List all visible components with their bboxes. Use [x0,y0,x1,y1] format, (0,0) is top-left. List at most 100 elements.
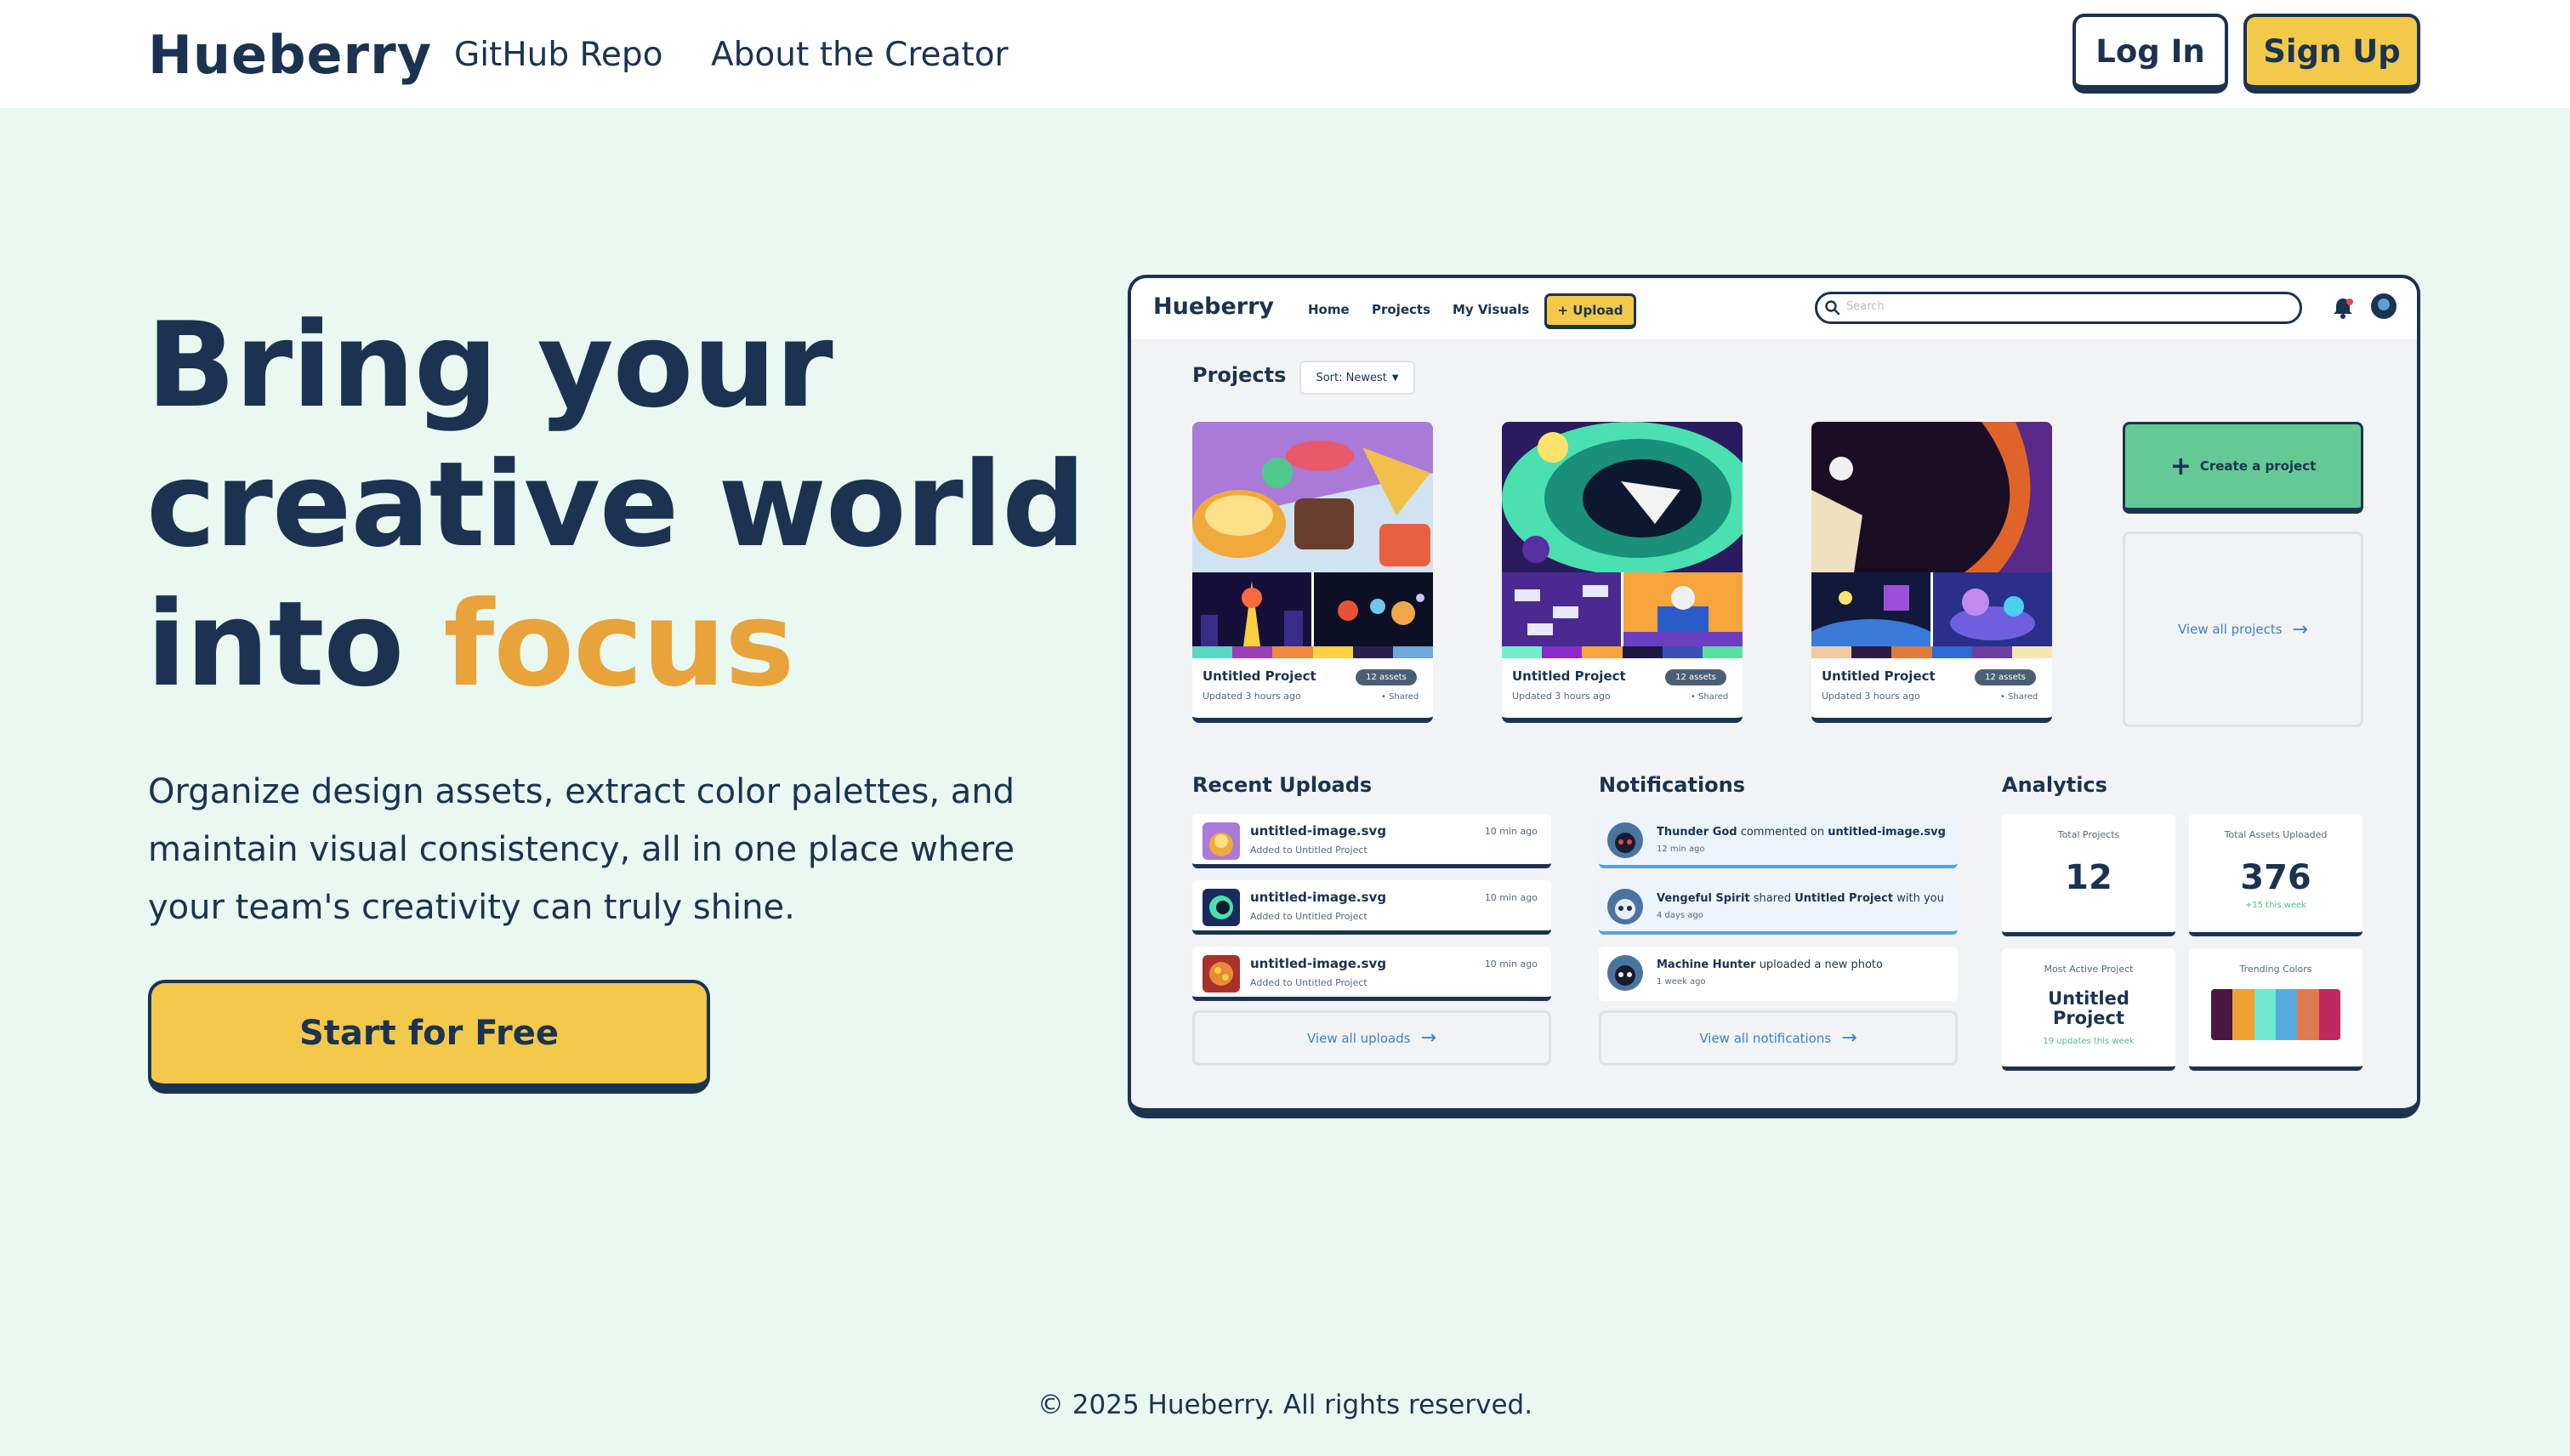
analytics-project-name: Untitled Project [2002,989,2175,1028]
preview-project-card: Untitled Project 12 assets Updated 3 hou… [1502,422,1743,723]
hero-title-accent: focus [443,576,794,713]
analytics-label: Total Projects [2057,829,2120,840]
analytics-sub: +15 this week [2245,901,2306,910]
upload-destination: Added to Untitled Project [1250,845,1367,856]
project-updated: Updated 3 hours ago [1822,691,1920,702]
upload-thumbnail [1203,955,1240,992]
palette-swatch [1392,646,1433,658]
robot-avatar-art [1615,833,1635,853]
hero-title-line2: creative world [146,436,1086,573]
nav-link-about[interactable]: About the Creator [711,36,1009,74]
notification-time: 12 min ago [1657,845,1705,854]
analytics-sub: 19 updates this week [2043,1037,2135,1046]
project-palette-strip [1811,646,2052,658]
arrow-right-icon: → [1420,1027,1436,1049]
hero-title: Bring your creative world into focus [146,296,1086,714]
robot-avatar-art [1615,965,1635,986]
preview-logo: Hueberry [1153,293,1275,320]
notification-avatar [1607,822,1643,858]
preview-recent-uploads-heading: Recent Uploads [1192,773,1373,797]
preview-view-all-projects: View all projects → [2123,532,2363,727]
upload-time: 10 min ago [1484,892,1538,903]
analytics-trending-colors: Trending Colors [2189,948,2362,1071]
footer-copyright: © 2025 Hueberry. All rights reserved. [1037,1390,1533,1420]
upload-destination: Added to Untitled Project [1250,977,1367,988]
preview-nav-home: Home [1308,302,1350,317]
project-updated: Updated 3 hours ago [1512,691,1611,702]
upload-filename: untitled-image.svg [1250,823,1387,839]
notification-actor: Thunder God [1657,826,1737,839]
notification-actor: Machine Hunter [1657,958,1756,971]
palette-swatch [1702,646,1743,658]
analytics-most-active-project: Most Active Project Untitled Project 19 u… [2002,948,2175,1071]
palette-swatch [1582,646,1623,658]
project-thumb-image [1502,572,1621,646]
palette-swatch [2011,646,2052,658]
project-thumb-image [1192,572,1311,646]
preview-notification-item: Vengeful Spirit shared Untitled Project … [1599,880,1958,935]
arrow-right-icon: → [2292,618,2308,640]
notification-text: Vengeful Spirit shared Untitled Project … [1657,892,1944,905]
hero-subtitle: Organize design assets, extract color pa… [148,772,1015,927]
upload-filename: untitled-image.svg [1250,890,1387,905]
login-button[interactable]: Log In [2072,14,2228,94]
notification-text: Thunder God commented on untitled-image.… [1657,826,1946,839]
palette-swatch [1851,646,1892,658]
color-swatch [2211,989,2233,1040]
asset-count-badge: 12 assets [1356,669,1417,685]
color-swatch [2232,989,2254,1040]
analytics-label: Trending Colors [2239,964,2312,975]
project-cover-image [1811,422,2052,572]
upload-thumbnail-art [1209,833,1233,856]
upload-filename: untitled-image.svg [1250,956,1387,971]
notification-target: untitled-image.svg [1828,826,1946,839]
palette-swatch [1542,646,1583,658]
site-logo[interactable]: Hueberry [148,24,432,86]
preview-notification-item: Thunder God commented on untitled-image.… [1599,814,1958,868]
upload-time: 10 min ago [1484,826,1538,837]
preview-upload-item: untitled-image.svg Added to Untitled Pro… [1192,880,1551,935]
palette-swatch [1312,646,1353,658]
palette-swatch [1622,646,1663,658]
upload-thumbnail-art [1209,896,1233,919]
project-cover-image [1192,422,1433,572]
notification-target: Untitled Project [1794,892,1894,905]
notification-avatar [1607,955,1643,991]
preview-notifications-heading: Notifications [1599,773,1746,797]
preview-nav-projects: Projects [1372,302,1431,317]
asset-count-badge: 12 assets [1975,669,2036,685]
preview-search-placeholder: Search [1846,300,1885,313]
preview-upload-button: + Upload [1544,293,1636,329]
analytics-value: 376 [2240,858,2311,897]
project-thumb-image [1314,572,1433,646]
hero-title-line3: into focus [146,575,1085,714]
hero-title-prefix: into [146,576,444,713]
upload-thumbnail [1203,889,1240,926]
project-thumb-image [1811,572,1930,646]
palette-swatch [1662,646,1703,658]
trending-color-swatches [2211,989,2340,1040]
notification-action: shared [1749,892,1795,905]
analytics-label: Total Assets Uploaded [2224,829,2328,840]
palette-swatch [1931,646,1972,658]
project-updated: Updated 3 hours ago [1203,691,1301,702]
nav-link-github[interactable]: GitHub Repo [454,36,663,74]
analytics-total-assets: Total Assets Uploaded 376 +15 this week [2189,814,2362,936]
preview-create-project-button: + Create a project [2123,422,2363,514]
project-title: Untitled Project [1512,668,1626,684]
notification-tail: with you [1893,892,1944,905]
notification-action: commented on [1737,826,1828,839]
preview-analytics-heading: Analytics [2002,773,2107,797]
project-palette-strip [1502,646,1743,658]
analytics-total-projects: Total Projects 12 [2002,814,2175,936]
plus-icon: + [2169,451,2192,481]
notification-avatar [1607,889,1643,924]
preview-sort-label: Sort: Newest [1316,371,1387,384]
project-shared: • Shared [1691,692,1729,702]
start-for-free-button[interactable]: Start for Free [148,980,710,1094]
notification-time: 1 week ago [1657,977,1706,987]
signup-button[interactable]: Sign Up [2243,14,2420,94]
preview-avatar [2371,293,2397,319]
analytics-value: 12 [2065,858,2112,897]
project-palette-strip [1192,646,1433,658]
